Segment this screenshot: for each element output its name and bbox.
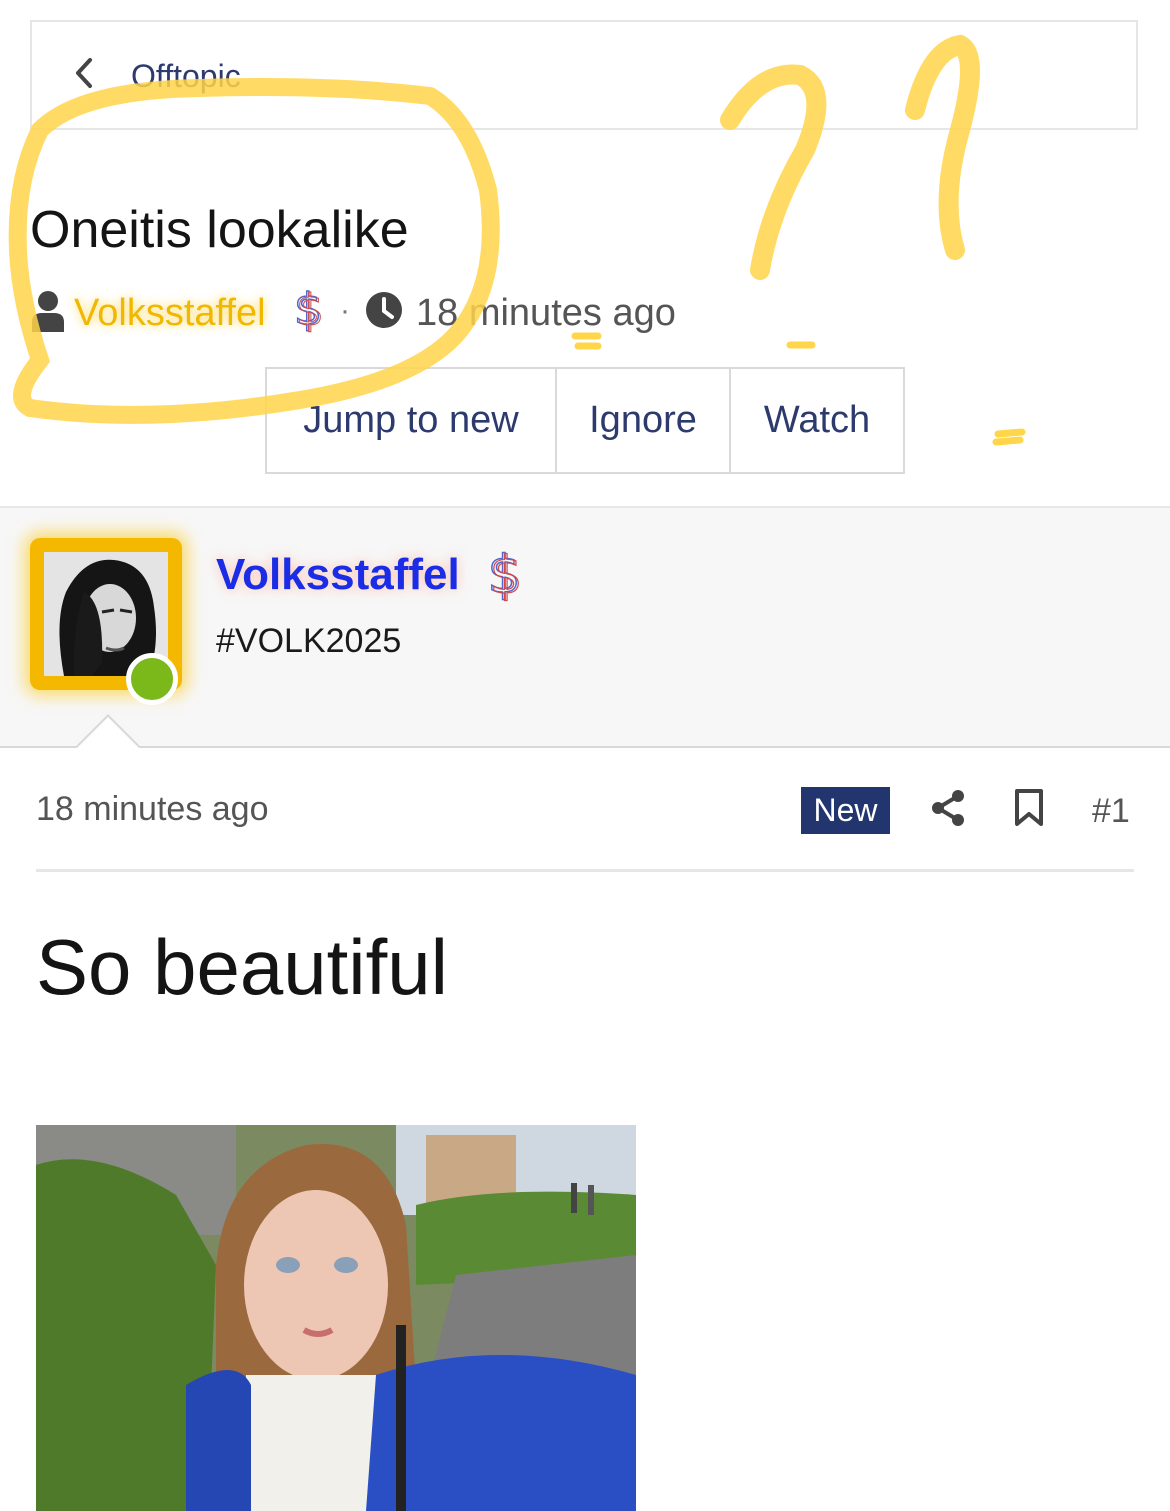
bookmark-icon[interactable]	[1014, 788, 1044, 828]
dollar-icon: $ $	[293, 284, 324, 334]
post-attached-image[interactable]	[36, 1125, 636, 1511]
jump-to-new-button[interactable]: Jump to new	[267, 369, 557, 472]
clock-icon	[366, 292, 402, 328]
divider	[36, 869, 1134, 872]
post-time[interactable]: 18 minutes ago	[36, 790, 269, 829]
thread-meta: Volksstaffel $ $ · 18 minutes ago	[30, 284, 730, 342]
watch-button[interactable]: Watch	[731, 369, 903, 472]
breadcrumb-link[interactable]: Offtopic	[131, 58, 241, 95]
thread-time[interactable]: 18 minutes ago	[416, 292, 676, 335]
online-status-indicator	[126, 653, 178, 705]
post-author-link[interactable]: Volksstaffel	[216, 550, 460, 600]
post-body-text: So beautiful	[36, 923, 448, 1011]
svg-text:$: $	[296, 285, 324, 334]
post-number-link[interactable]: #1	[1092, 792, 1130, 831]
ignore-button[interactable]: Ignore	[557, 369, 731, 472]
user-icon	[32, 291, 64, 332]
meta-separator: ·	[340, 294, 350, 327]
share-icon[interactable]	[928, 788, 968, 828]
thread-actions: Jump to new Ignore Watch	[265, 367, 905, 474]
thread-title: Oneitis lookalike	[30, 201, 409, 259]
new-badge: New	[801, 787, 890, 834]
thread-author-link[interactable]: Volksstaffel	[74, 292, 266, 335]
user-title: #VOLK2025	[216, 622, 402, 660]
svg-text:$: $	[489, 546, 522, 602]
dollar-icon: $ $	[487, 544, 523, 602]
chevron-left-icon[interactable]	[72, 56, 96, 90]
